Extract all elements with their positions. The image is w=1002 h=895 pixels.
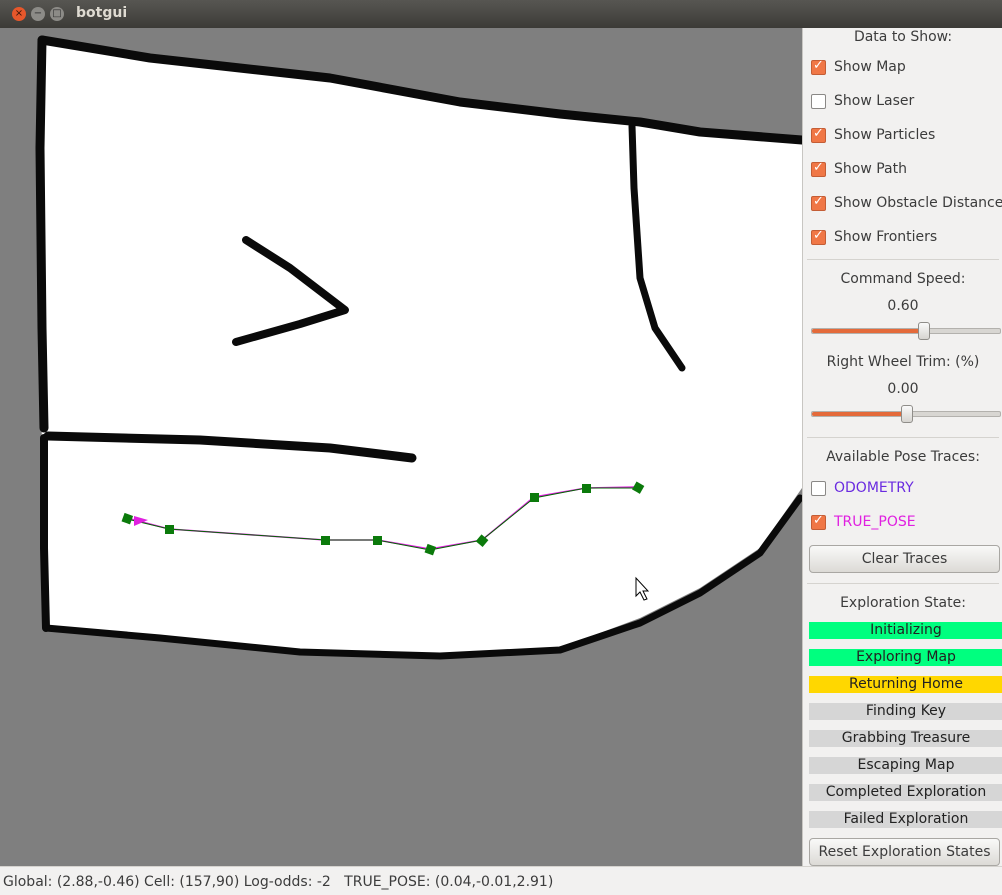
clear-traces-button[interactable]: Clear Traces [809, 545, 1000, 573]
show-frontiers-checkbox[interactable]: Show Frontiers [811, 227, 937, 247]
exploration-state-heading: Exploration State: [840, 595, 966, 611]
show-obstacle-distances-checkbox[interactable]: Show Obstacle Distances [811, 193, 1002, 213]
checkbox-icon [811, 93, 826, 109]
state-returning-home: Returning Home [809, 676, 1002, 693]
state-escaping-map: Escaping Map [809, 757, 1002, 774]
show-particles-checkbox[interactable]: Show Particles [811, 125, 935, 145]
checkbox-icon [811, 513, 826, 530]
slider-fill [812, 412, 906, 416]
control-panel: Data to Show: Show Map Show Laser Show P… [802, 28, 1002, 866]
checkbox-icon [811, 194, 826, 211]
command-speed-label: Command Speed: [840, 271, 966, 287]
divider [807, 437, 999, 438]
status-text: Global: (2.88,-0.46) Cell: (157,90) Log-… [3, 874, 554, 890]
state-grabbing-treasure: Grabbing Treasure [809, 730, 1002, 747]
reset-exploration-states-button[interactable]: Reset Exploration States [809, 838, 1000, 866]
state-initializing: Initializing [809, 622, 1002, 639]
path-waypoint [582, 484, 591, 493]
path-waypoint [165, 525, 174, 534]
available-pose-traces-heading: Available Pose Traces: [826, 449, 980, 465]
maximize-icon[interactable]: □ [50, 7, 64, 21]
right-wheel-trim-label: Right Wheel Trim: (%) [826, 354, 980, 370]
state-exploring-map: Exploring Map [809, 649, 1002, 666]
checkbox-icon [811, 160, 826, 177]
path-waypoint [321, 536, 330, 545]
status-bar: Global: (2.88,-0.46) Cell: (157,90) Log-… [0, 866, 1002, 895]
show-laser-checkbox[interactable]: Show Laser [811, 91, 914, 111]
slider-handle[interactable] [901, 405, 913, 423]
window-titlebar[interactable]: × − □ botgui [0, 0, 1002, 28]
state-finding-key: Finding Key [809, 703, 1002, 720]
state-completed-exploration: Completed Exploration [809, 784, 1002, 801]
slider-handle[interactable] [917, 322, 930, 340]
minimize-icon[interactable]: − [31, 7, 45, 21]
data-to-show-heading: Data to Show: [853, 29, 953, 45]
show-path-checkbox[interactable]: Show Path [811, 159, 907, 179]
path-waypoint [530, 493, 539, 502]
right-wheel-trim-value: 0.00 [887, 381, 919, 397]
trace-true-pose-checkbox[interactable]: TRUE_POSE [811, 512, 916, 532]
checkbox-icon [811, 58, 826, 75]
map-canvas[interactable] [0, 28, 802, 866]
divider [807, 583, 999, 584]
checkbox-icon [811, 126, 826, 143]
command-speed-value: 0.60 [887, 298, 919, 314]
path-waypoint [373, 536, 382, 545]
close-icon[interactable]: × [12, 7, 26, 21]
checkbox-icon [811, 480, 826, 496]
slider-fill [812, 329, 923, 333]
divider [807, 259, 999, 260]
trace-odometry-checkbox[interactable]: ODOMETRY [811, 478, 914, 498]
command-speed-slider[interactable] [811, 322, 1001, 340]
show-map-checkbox[interactable]: Show Map [811, 57, 906, 77]
window-title: botgui [76, 5, 128, 21]
checkbox-icon [811, 228, 826, 245]
right-wheel-trim-slider[interactable] [811, 405, 1001, 423]
state-failed-exploration: Failed Exploration [809, 811, 1002, 828]
